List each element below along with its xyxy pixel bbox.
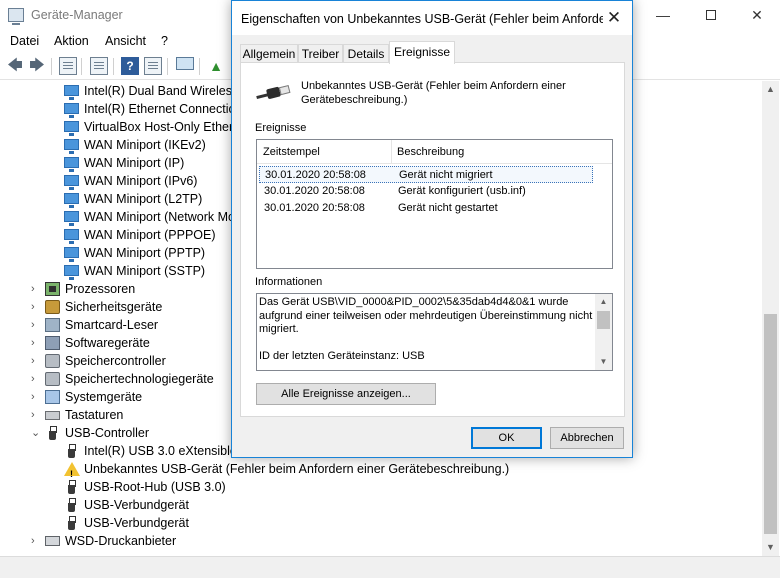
network-adapter-icon <box>64 265 79 280</box>
toolbar-separator <box>51 58 52 75</box>
events-tab-page: Unbekanntes USB-Gerät (Fehler beim Anfor… <box>240 62 625 417</box>
events-label: Ereignisse <box>255 122 307 134</box>
expand-chevron-icon[interactable]: › <box>31 388 41 406</box>
properties-icon[interactable] <box>59 57 77 75</box>
menu-ansicht[interactable]: Ansicht <box>105 34 146 48</box>
network-adapter-icon <box>64 103 79 118</box>
update-driver-icon[interactable] <box>90 57 108 75</box>
close-button[interactable]: ✕ <box>734 0 780 30</box>
toolbar-separator <box>199 58 200 75</box>
ok-button[interactable]: OK <box>471 427 542 449</box>
scrollbar-thumb[interactable] <box>597 311 610 329</box>
tab-treiber[interactable]: Treiber <box>298 44 343 63</box>
usb-plug-icon <box>255 81 292 105</box>
back-arrow-icon[interactable]: 🡄 <box>6 57 24 75</box>
collapse-chevron-icon[interactable]: ⌄ <box>31 424 41 442</box>
scroll-down-arrow-icon[interactable]: ▼ <box>762 539 779 556</box>
scroll-up-arrow-icon[interactable]: ▲ <box>762 81 779 98</box>
security-device-icon <box>45 300 60 314</box>
maximize-button[interactable] <box>688 0 734 30</box>
expand-chevron-icon[interactable]: › <box>31 370 41 388</box>
info-label: Informationen <box>255 276 323 288</box>
keyboard-icon <box>45 411 60 420</box>
printer-icon <box>45 536 60 546</box>
network-adapter-icon <box>64 175 79 190</box>
scroll-up-arrow-icon[interactable]: ▲ <box>595 294 612 310</box>
warning-icon <box>64 462 80 483</box>
network-adapter-icon <box>64 121 79 136</box>
scroll-down-arrow-icon[interactable]: ▼ <box>595 354 612 370</box>
add-driver-icon[interactable]: ▲ <box>207 57 225 75</box>
usb-icon <box>67 498 76 512</box>
network-adapter-icon <box>64 85 79 100</box>
expand-chevron-icon[interactable]: › <box>31 532 41 550</box>
action-icon[interactable] <box>144 57 162 75</box>
usb-icon <box>48 426 57 440</box>
usb-icon <box>67 480 76 494</box>
toolbar-separator <box>167 58 168 75</box>
network-adapter-icon <box>64 193 79 208</box>
tab-allgemein[interactable]: Allgemein <box>240 44 298 63</box>
storage-controller-icon <box>45 354 60 368</box>
toolbar-separator <box>81 58 82 75</box>
expand-chevron-icon[interactable]: › <box>31 298 41 316</box>
column-beschreibung[interactable]: Beschreibung <box>392 140 612 164</box>
processor-icon <box>45 282 60 296</box>
window-title: Geräte-Manager <box>31 8 123 22</box>
event-row[interactable]: 30.01.2020 20:58:08 Gerät nicht migriert <box>259 166 593 183</box>
column-zeitstempel[interactable]: Zeitstempel <box>257 140 392 164</box>
menu-aktion[interactable]: Aktion <box>54 34 89 48</box>
software-device-icon <box>45 336 60 350</box>
dialog-title-bar: Eigenschaften von Unbekanntes USB-Gerät … <box>232 1 632 35</box>
maximize-icon <box>706 10 716 20</box>
menu-help[interactable]: ? <box>161 34 168 48</box>
cancel-button[interactable]: Abbrechen <box>550 427 624 449</box>
scrollbar-thumb[interactable] <box>764 314 777 534</box>
network-adapter-icon <box>64 157 79 172</box>
event-row[interactable]: 30.01.2020 20:58:08 Gerät nicht gestarte… <box>259 200 593 217</box>
properties-dialog: Eigenschaften von Unbekanntes USB-Gerät … <box>231 0 633 458</box>
system-device-icon <box>45 390 60 404</box>
event-row[interactable]: 30.01.2020 20:58:08 Gerät konfiguriert (… <box>259 183 593 200</box>
network-adapter-icon <box>64 139 79 154</box>
tab-ereignisse[interactable]: Ereignisse <box>389 41 455 64</box>
tree-scrollbar[interactable]: ▲ ▼ <box>762 81 779 556</box>
dialog-title: Eigenschaften von Unbekanntes USB-Gerät … <box>241 12 603 26</box>
expand-chevron-icon[interactable]: › <box>31 280 41 298</box>
info-scrollbar[interactable]: ▲ ▼ <box>595 294 612 370</box>
events-list[interactable]: Zeitstempel Beschreibung 30.01.2020 20:5… <box>256 139 613 269</box>
storage-technology-icon <box>45 372 60 386</box>
network-adapter-icon <box>64 211 79 226</box>
forward-arrow-icon[interactable]: 🡆 <box>28 57 46 75</box>
events-header: Zeitstempel Beschreibung <box>257 140 612 164</box>
show-all-events-button[interactable]: Alle Ereignisse anzeigen... <box>256 383 436 405</box>
menu-datei[interactable]: Datei <box>10 34 39 48</box>
info-text: Das Gerät USB\VID_0000&PID_0002\5&35dab4… <box>259 296 593 362</box>
network-adapter-icon <box>64 229 79 244</box>
tab-details[interactable]: Details <box>343 44 389 63</box>
device-manager-icon <box>8 8 24 25</box>
help-icon[interactable]: ? <box>121 57 139 75</box>
network-adapter-icon <box>64 247 79 262</box>
dialog-close-button[interactable]: ✕ <box>600 5 628 31</box>
minimize-button[interactable]: — <box>640 0 686 30</box>
usb-icon <box>67 444 76 458</box>
smartcard-reader-icon <box>45 318 60 332</box>
expand-chevron-icon[interactable]: › <box>31 334 41 352</box>
expand-chevron-icon[interactable]: › <box>31 316 41 334</box>
expand-chevron-icon[interactable]: › <box>31 406 41 424</box>
toolbar-separator <box>113 58 114 75</box>
monitor-icon[interactable] <box>176 57 194 70</box>
info-textbox[interactable]: Das Gerät USB\VID_0000&PID_0002\5&35dab4… <box>256 293 613 371</box>
device-name: Unbekanntes USB-Gerät (Fehler beim Anfor… <box>301 80 566 106</box>
status-bar <box>0 556 780 578</box>
expand-chevron-icon[interactable]: › <box>31 352 41 370</box>
usb-icon <box>67 516 76 530</box>
